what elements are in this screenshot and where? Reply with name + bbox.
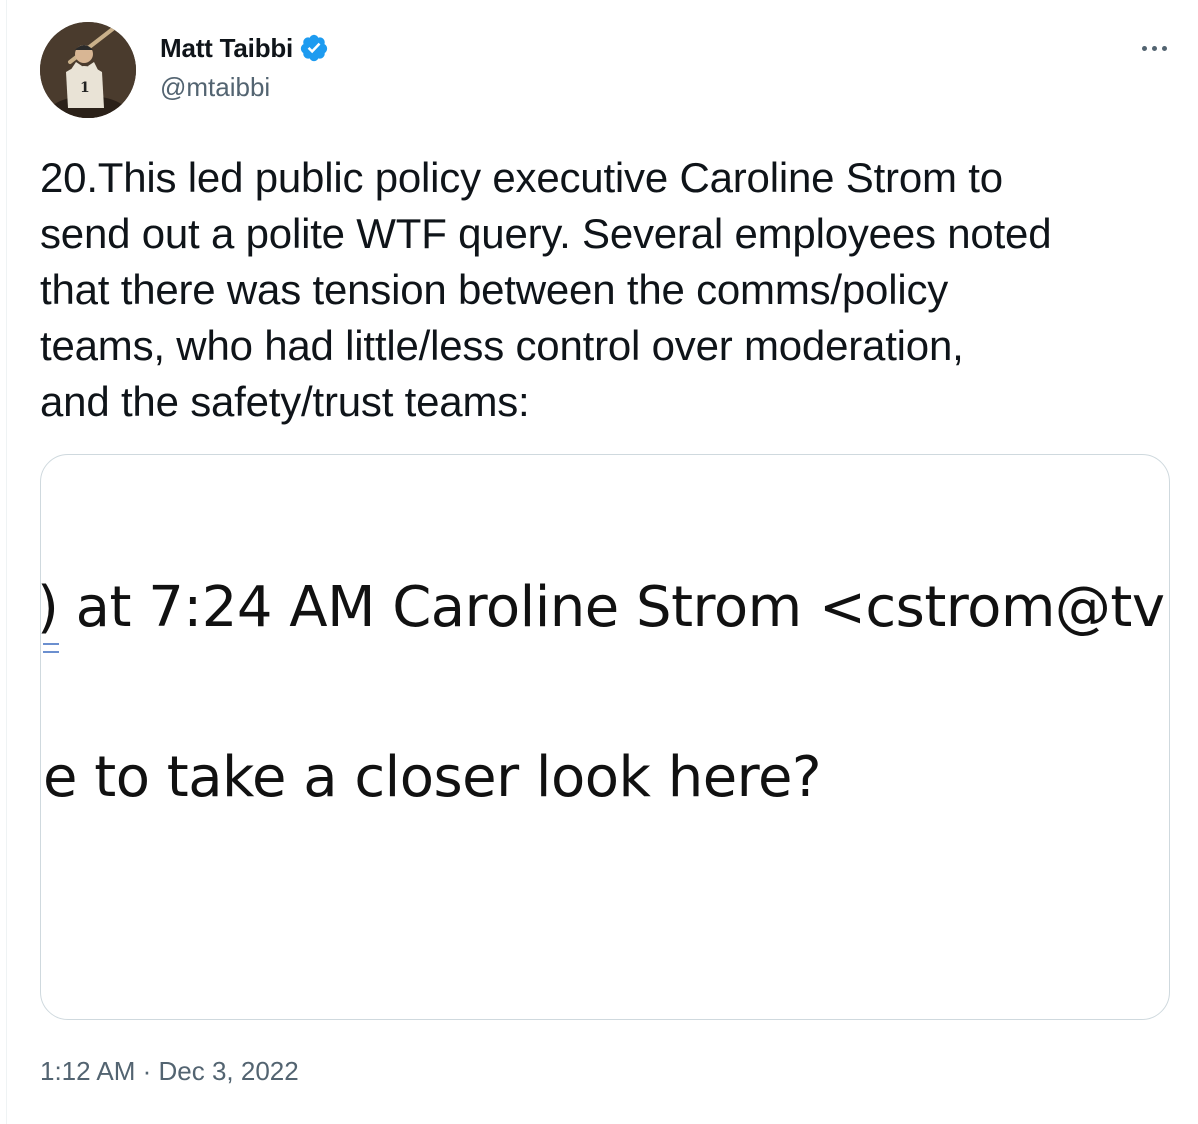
verified-badge-icon (299, 33, 329, 63)
media-text-line: ) at 7:24 AM Caroline Strom <cstrom@tv (40, 575, 1165, 640)
tweet-media-image[interactable]: ) at 7:24 AM Caroline Strom <cstrom@tv e… (40, 454, 1170, 1020)
tweet-text: 20.This led public policy executive Caro… (40, 154, 1052, 425)
media-text-line: e to take a closer look here? (43, 745, 822, 810)
avatar-photo-icon: 1 (40, 22, 136, 118)
link-underline-mark (43, 643, 59, 653)
author-name-row: Matt Taibbi (160, 30, 329, 66)
svg-text:1: 1 (80, 80, 90, 96)
tweet: 1 Matt Taibbi @mtaibbi 20.This led publi… (0, 0, 1198, 1124)
author-avatar[interactable]: 1 (40, 22, 136, 118)
tweet-timestamp[interactable]: 1:12 AM · Dec 3, 2022 (40, 1056, 299, 1087)
author-name[interactable]: Matt Taibbi (160, 33, 293, 64)
more-options-button[interactable] (1134, 30, 1174, 66)
more-dots-icon (1141, 45, 1147, 51)
author-handle[interactable]: @mtaibbi (160, 72, 270, 103)
